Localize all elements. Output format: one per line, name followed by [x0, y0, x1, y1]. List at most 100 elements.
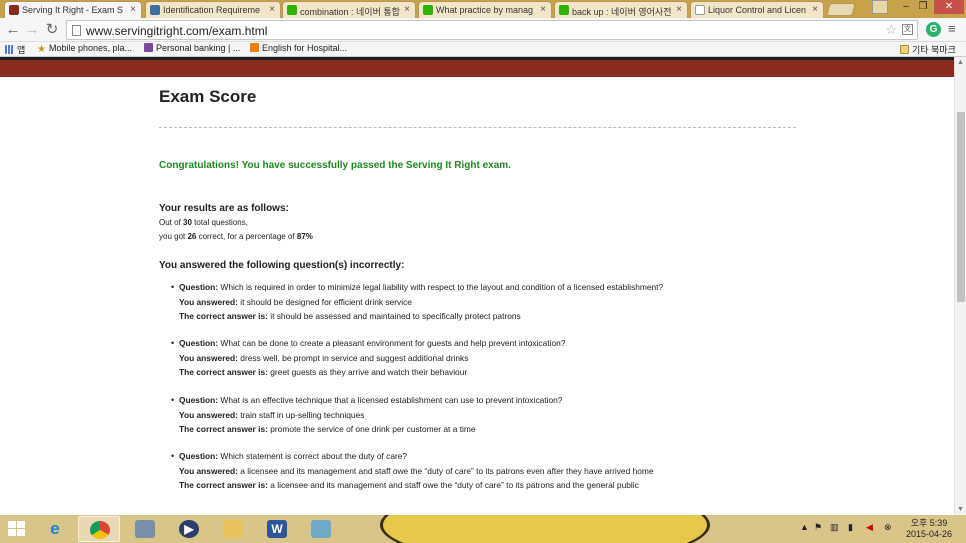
- file-explorer-icon[interactable]: [212, 516, 254, 542]
- chrome-icon[interactable]: [78, 516, 120, 542]
- correct-label: The correct answer is:: [179, 424, 268, 434]
- tab-liquor-control[interactable]: Liquor Control and Licen ×: [690, 1, 824, 18]
- close-tab-icon[interactable]: ×: [812, 4, 818, 15]
- results-text: correct, for a percentage of: [196, 232, 297, 241]
- close-tab-icon[interactable]: ×: [676, 4, 682, 15]
- list-item: • Question: What can be done to create a…: [171, 338, 799, 382]
- answered-label: You answered:: [179, 296, 238, 307]
- tab-title: Serving It Right - Exam S: [22, 5, 124, 15]
- show-hidden-icons-icon[interactable]: ▲: [800, 522, 809, 532]
- correct-text: it should be assessed and maintained to …: [270, 311, 521, 321]
- tab-identification[interactable]: Identification Requireme ×: [145, 1, 281, 18]
- results-text: you got: [159, 232, 188, 241]
- naver-icon: [423, 5, 433, 15]
- list-item: • Question: Which is required in order t…: [171, 282, 799, 326]
- reload-icon[interactable]: ↻: [43, 21, 61, 39]
- bookmark-label: 앱: [17, 45, 26, 55]
- site-header-bar: [0, 57, 954, 77]
- bookmark-label: 기타 북마크: [912, 45, 956, 55]
- flag-icon[interactable]: ⚑: [814, 522, 822, 533]
- answered-label: You answered:: [179, 352, 238, 363]
- maximize-button[interactable]: ❐: [912, 0, 934, 14]
- close-circle-icon[interactable]: ⊗: [884, 522, 892, 533]
- windows-start-icon[interactable]: [8, 521, 26, 537]
- bookmark-mobile-phones[interactable]: ★ Mobile phones, pla...: [37, 43, 132, 55]
- clock-time: 5:39: [929, 518, 948, 528]
- apps-grid-icon: [5, 45, 14, 54]
- close-window-button[interactable]: ✕: [934, 0, 964, 14]
- bookmark-english-hospital[interactable]: English for Hospital...: [250, 43, 347, 53]
- url-text[interactable]: www.servingitright.com/exam.html: [86, 24, 267, 38]
- answered-text: it should be designed for efficient drin…: [240, 296, 412, 307]
- correct-label: The correct answer is:: [179, 480, 268, 490]
- bullet: •: [171, 282, 175, 292]
- translate-icon[interactable]: 文: [902, 24, 913, 35]
- answered-text: train staff in up-selling techniques: [240, 409, 365, 420]
- bookmark-apps[interactable]: 앱: [5, 43, 25, 56]
- network-icon[interactable]: ▥: [830, 522, 839, 533]
- question-text: What is an effective technique that a li…: [220, 395, 563, 405]
- media-player-icon[interactable]: ▶: [168, 516, 210, 542]
- volume-muted-icon[interactable]: ◀: [866, 522, 873, 533]
- bookmark-star-icon[interactable]: ☆: [885, 22, 897, 38]
- results-correct-line: you got 26 correct, for a percentage of …: [159, 232, 313, 241]
- forward-arrow-icon[interactable]: →: [23, 21, 41, 39]
- results-total-line: Out of 30 total questions,: [159, 218, 248, 227]
- tab-serving-it-right[interactable]: Serving It Right - Exam S ×: [4, 1, 142, 18]
- question-text: Which is required in order to minimize l…: [220, 282, 664, 292]
- close-tab-icon[interactable]: ×: [404, 4, 410, 15]
- other-bookmarks[interactable]: 기타 북마크: [900, 43, 956, 56]
- tab-what-practice[interactable]: What practice by manag ×: [418, 1, 552, 18]
- tab-strip: Serving It Right - Exam S × Identificati…: [0, 0, 966, 18]
- close-tab-icon[interactable]: ×: [269, 4, 275, 15]
- new-tab-button[interactable]: [826, 3, 856, 16]
- tab-back-up[interactable]: back up : 네이버 영어사전 ×: [554, 1, 688, 18]
- exam-score-content: Exam Score Congratulations! You have suc…: [159, 87, 799, 490]
- paint-icon[interactable]: [300, 516, 342, 542]
- scroll-down-icon[interactable]: ▼: [957, 506, 964, 513]
- page-scrollbar[interactable]: ▲ ▼: [954, 57, 966, 515]
- bookmark-label: Personal banking | ...: [156, 43, 241, 53]
- user-profile-icon[interactable]: [872, 0, 888, 14]
- bullet: •: [171, 451, 175, 461]
- tab-title: back up : 네이버 영어사전: [572, 7, 672, 17]
- back-arrow-icon[interactable]: ←: [4, 21, 22, 39]
- page-viewport: Exam Score Congratulations! You have suc…: [0, 57, 954, 515]
- address-bar[interactable]: www.servingitright.com/exam.html ☆ 文: [66, 20, 918, 40]
- word-icon[interactable]: W: [256, 516, 298, 542]
- clock-period: 오후: [910, 518, 928, 528]
- question-label: Question:: [179, 451, 219, 461]
- results-title: Your results are as follows:: [159, 203, 289, 214]
- signal-icon[interactable]: ▮: [848, 522, 853, 533]
- bullet: •: [171, 395, 175, 405]
- taskbar-clock[interactable]: 오후 5:39 2015-04-26: [906, 518, 952, 540]
- scroll-up-icon[interactable]: ▲: [957, 59, 964, 66]
- close-tab-icon[interactable]: ×: [130, 4, 136, 15]
- document-icon: [695, 5, 705, 15]
- page-title: Exam Score: [159, 87, 257, 106]
- correct-text: a licensee and its management and staff …: [270, 480, 639, 490]
- internet-explorer-icon[interactable]: e: [34, 516, 76, 542]
- question-label: Question:: [179, 338, 219, 348]
- bookmark-label: English for Hospital...: [262, 43, 348, 53]
- tab-combination[interactable]: combination : 네이버 통합 ×: [282, 1, 416, 18]
- list-item: • Question: Which statement is correct a…: [171, 451, 799, 495]
- extension-icon[interactable]: G: [926, 22, 941, 37]
- correct-label: The correct answer is:: [179, 367, 268, 377]
- tab-title: Identification Requireme: [163, 5, 261, 15]
- answered-label: You answered:: [179, 465, 238, 476]
- calculator-icon[interactable]: [124, 516, 166, 542]
- folder-icon: [900, 45, 909, 54]
- incorrect-questions-title: You answered the following question(s) i…: [159, 260, 405, 271]
- scrollbar-thumb[interactable]: [957, 112, 965, 302]
- clock-date: 2015-04-26: [906, 529, 953, 539]
- bullet: •: [171, 338, 175, 348]
- bookmark-personal-banking[interactable]: Personal banking | ...: [144, 43, 240, 53]
- site-favicon-icon: [150, 5, 160, 15]
- bank-icon: [144, 43, 153, 52]
- close-tab-icon[interactable]: ×: [540, 4, 546, 15]
- tab-title: What practice by manag: [436, 5, 534, 15]
- answered-label: You answered:: [179, 409, 238, 420]
- bookmarks-bar: 앱 ★ Mobile phones, pla... Personal bankin…: [0, 42, 966, 57]
- menu-icon[interactable]: ≡: [948, 21, 956, 36]
